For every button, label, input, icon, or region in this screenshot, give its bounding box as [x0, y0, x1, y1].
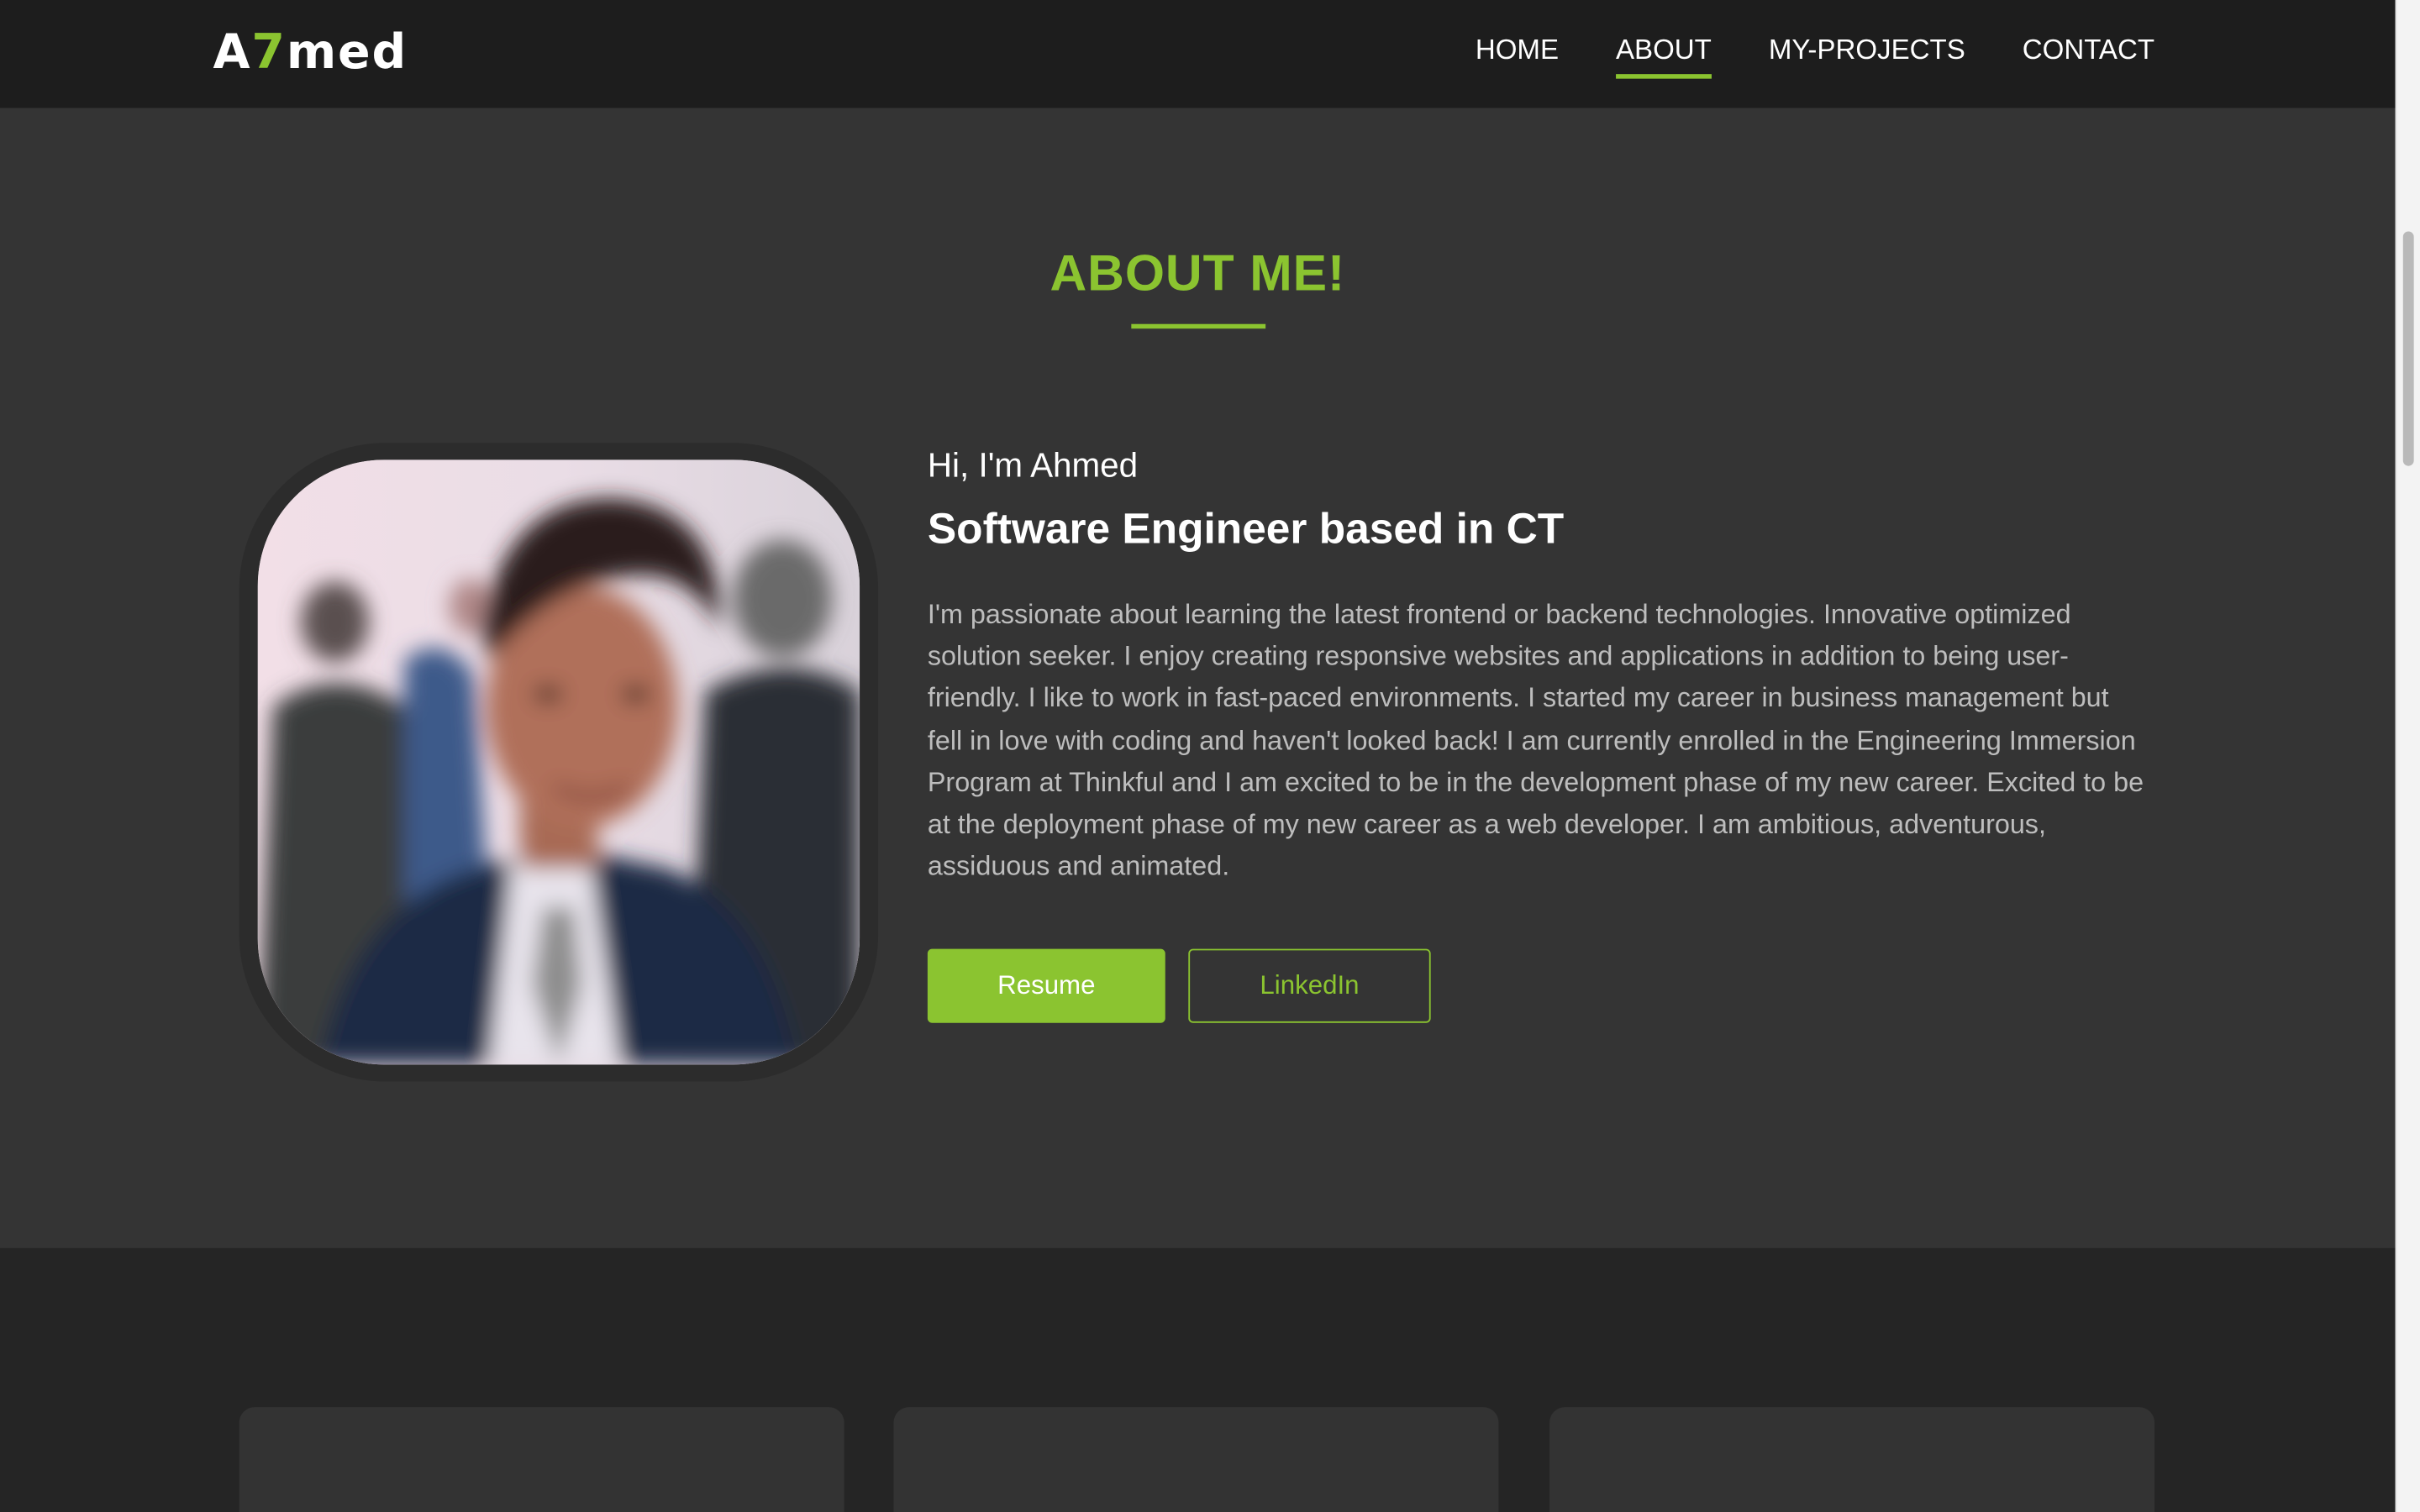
brand-accent: 7 [251, 24, 287, 81]
project-card[interactable] [1549, 1407, 2155, 1512]
page-scrollbar[interactable] [2395, 0, 2420, 1512]
section-title: ABOUT ME! [1050, 244, 1346, 302]
nav-link-about[interactable]: ABOUT [1615, 31, 1712, 79]
about-section: ABOUT ME! Hi, I'm Ahmed Software Enginee… [0, 108, 2396, 1248]
nav-link-home[interactable]: HOME [1476, 31, 1559, 74]
profile-photo-frame [239, 443, 879, 1082]
title-underline [1131, 323, 1266, 329]
profile-photo [257, 459, 860, 1065]
brand-prefix: A [213, 24, 252, 81]
project-card[interactable] [893, 1407, 1499, 1512]
navbar: A7med HOME ABOUT MY-PROJECTS CONTACT [0, 0, 2396, 108]
project-card[interactable] [239, 1407, 844, 1512]
profile-photo-image [257, 459, 860, 1065]
nav-links: HOME ABOUT MY-PROJECTS CONTACT [1476, 31, 2154, 79]
nav-link-contact[interactable]: CONTACT [2023, 31, 2154, 74]
brand-suffix: med [286, 24, 408, 81]
page: A7med HOME ABOUT MY-PROJECTS CONTACT ABO… [0, 0, 2420, 1512]
resume-button[interactable]: Resume [927, 948, 1165, 1023]
role-heading: Software Engineer based in CT [927, 504, 1565, 553]
bio-paragraph: I'm passionate about learning the latest… [927, 598, 2144, 882]
brand-logo[interactable]: A7med [213, 22, 408, 83]
scrollbar-thumb[interactable] [2402, 231, 2414, 466]
nav-link-my-projects[interactable]: MY-PROJECTS [1769, 31, 1965, 74]
greeting: Hi, I'm Ahmed [927, 445, 1139, 485]
linkedin-button[interactable]: LinkedIn [1188, 948, 1431, 1023]
projects-section [0, 1247, 2396, 1512]
